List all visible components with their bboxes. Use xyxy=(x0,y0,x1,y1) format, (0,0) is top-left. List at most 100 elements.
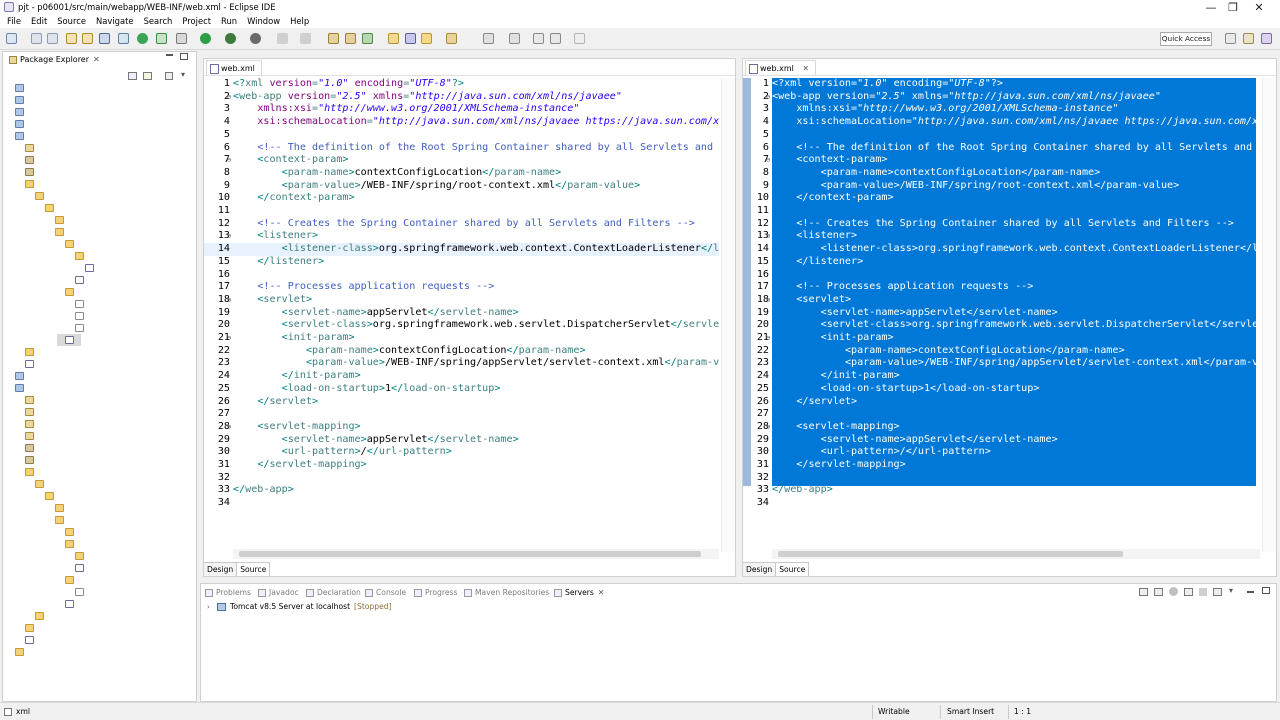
view-menu-icon[interactable] xyxy=(165,72,173,80)
close-button[interactable]: ✕ xyxy=(1236,0,1280,14)
fold-toggle-icon[interactable]: ⊖ xyxy=(227,332,231,345)
source-code-area[interactable]: 1 <?xml version="1.0" encoding="UTF-8"?> 2… xyxy=(204,78,719,552)
java-perspective-icon[interactable] xyxy=(1261,33,1272,44)
maximize-view-icon[interactable] xyxy=(180,53,188,60)
tree-item[interactable] xyxy=(57,238,77,250)
fold-toggle-icon[interactable]: ⊖ xyxy=(766,421,770,434)
tab-console[interactable]: Console xyxy=(365,586,406,600)
tree-item[interactable] xyxy=(57,598,77,610)
fold-toggle-icon[interactable]: ⊖ xyxy=(766,230,770,243)
tree-item[interactable] xyxy=(67,562,87,574)
prev-annotation-icon[interactable] xyxy=(509,33,520,44)
new-java-project-icon[interactable] xyxy=(328,33,339,44)
new-package-icon[interactable] xyxy=(345,33,356,44)
tree-item[interactable] xyxy=(47,502,67,514)
search-icon[interactable] xyxy=(405,33,416,44)
maximize-view-icon[interactable] xyxy=(1262,587,1270,594)
tree-item[interactable] xyxy=(57,574,77,586)
tree-item[interactable] xyxy=(17,454,37,466)
tree-item[interactable] xyxy=(17,358,37,370)
fold-toggle-icon[interactable]: ⊖ xyxy=(766,91,770,104)
scroll-thumb[interactable] xyxy=(239,551,701,557)
last-edit-icon[interactable] xyxy=(533,33,544,44)
menu-file[interactable]: File xyxy=(2,16,26,26)
forward-icon[interactable] xyxy=(574,33,585,44)
tree-item[interactable] xyxy=(47,514,67,526)
tree-item[interactable] xyxy=(17,346,37,358)
tree-item[interactable] xyxy=(17,634,37,646)
tree-item[interactable] xyxy=(7,118,27,130)
fold-toggle-icon[interactable]: ⊖ xyxy=(766,294,770,307)
tab-servers[interactable]: Servers ✕ xyxy=(554,586,604,600)
tree-item[interactable] xyxy=(37,490,57,502)
tree-item[interactable] xyxy=(77,262,97,274)
menu-source[interactable]: Source xyxy=(52,16,91,26)
tree-item[interactable] xyxy=(67,550,87,562)
tree-item[interactable] xyxy=(67,310,87,322)
build-icon[interactable] xyxy=(176,33,187,44)
close-icon[interactable]: ✕ xyxy=(93,55,100,64)
profile-server-icon[interactable] xyxy=(1184,588,1193,596)
tree-item[interactable] xyxy=(57,526,77,538)
fold-toggle-icon[interactable]: ⊖ xyxy=(227,154,231,167)
menu-window[interactable]: Window xyxy=(242,16,285,26)
quick-access-field[interactable]: Quick Access xyxy=(1160,32,1212,46)
save-icon[interactable] xyxy=(31,33,42,44)
tree-item[interactable] xyxy=(27,610,47,622)
minimize-view-icon[interactable] xyxy=(166,54,173,56)
tree-item[interactable] xyxy=(27,190,47,202)
tree-item[interactable] xyxy=(37,202,57,214)
tab-progress[interactable]: Progress xyxy=(414,586,457,600)
tree-item[interactable] xyxy=(7,94,27,106)
source-tab[interactable]: Source xyxy=(237,562,271,576)
tree-item[interactable] xyxy=(17,178,37,190)
debug-server-icon[interactable] xyxy=(1154,588,1163,596)
tree-item[interactable] xyxy=(57,334,81,346)
menu-navigate[interactable]: Navigate xyxy=(91,16,139,26)
editor-tab-web-xml[interactable]: web.xml xyxy=(206,60,262,75)
menu-help[interactable]: Help xyxy=(285,16,314,26)
view-menu-icon[interactable]: ▾ xyxy=(1229,586,1233,595)
horizontal-scrollbar[interactable] xyxy=(233,549,719,559)
tree-item[interactable] xyxy=(47,214,67,226)
menu-edit[interactable]: Edit xyxy=(26,16,52,26)
collapse-all-icon[interactable] xyxy=(128,72,137,80)
open-folder-icon[interactable] xyxy=(388,33,399,44)
package-explorer-tab[interactable]: Package Explorer ✕ xyxy=(5,52,104,67)
scroll-thumb[interactable] xyxy=(778,551,1123,557)
open-perspective-icon[interactable] xyxy=(1225,33,1236,44)
tree-item[interactable] xyxy=(17,394,37,406)
server-row-tomcat[interactable]: › Tomcat v8.5 Server at localhost [Stopp… xyxy=(207,601,392,613)
design-tab[interactable]: Design xyxy=(743,562,777,576)
annotation-icon[interactable] xyxy=(421,33,432,44)
tree-item[interactable] xyxy=(57,538,77,550)
menu-search[interactable]: Search xyxy=(139,16,178,26)
stop-server-icon[interactable] xyxy=(1199,588,1207,596)
external-tools-icon[interactable] xyxy=(250,33,261,44)
tab-declaration[interactable]: Declaration xyxy=(306,586,361,600)
vertical-scrollbar[interactable] xyxy=(1262,78,1276,552)
source-tab[interactable]: Source xyxy=(776,562,810,576)
tree-item[interactable] xyxy=(17,142,37,154)
tree-item[interactable] xyxy=(67,586,87,598)
fold-toggle-icon[interactable]: ⊖ xyxy=(227,230,231,243)
start-server-icon[interactable] xyxy=(1169,587,1178,596)
menu-project[interactable]: Project xyxy=(177,16,216,26)
tree-item[interactable] xyxy=(17,442,40,454)
chevron-down-icon[interactable]: ▾ xyxy=(181,70,185,79)
fold-toggle-icon[interactable]: ⊖ xyxy=(766,154,770,167)
next-annotation-icon[interactable] xyxy=(483,33,494,44)
tree-item[interactable] xyxy=(17,154,40,166)
open-type-icon[interactable] xyxy=(66,33,77,44)
server-start-icon[interactable] xyxy=(137,33,148,44)
tree-item[interactable] xyxy=(67,298,87,310)
editor-tab-web-xml[interactable]: web.xml ✕ xyxy=(745,60,817,75)
tab-maven-repositories[interactable]: Maven Repositories xyxy=(464,586,549,600)
fold-toggle-icon[interactable]: ⊖ xyxy=(227,421,231,434)
horizontal-scrollbar[interactable] xyxy=(772,549,1260,559)
tree-item[interactable] xyxy=(17,418,37,430)
close-icon[interactable]: ✕ xyxy=(802,64,809,73)
save-all-icon[interactable] xyxy=(47,33,58,44)
minimize-view-icon[interactable] xyxy=(1247,591,1254,593)
coverage-icon[interactable] xyxy=(225,33,236,44)
